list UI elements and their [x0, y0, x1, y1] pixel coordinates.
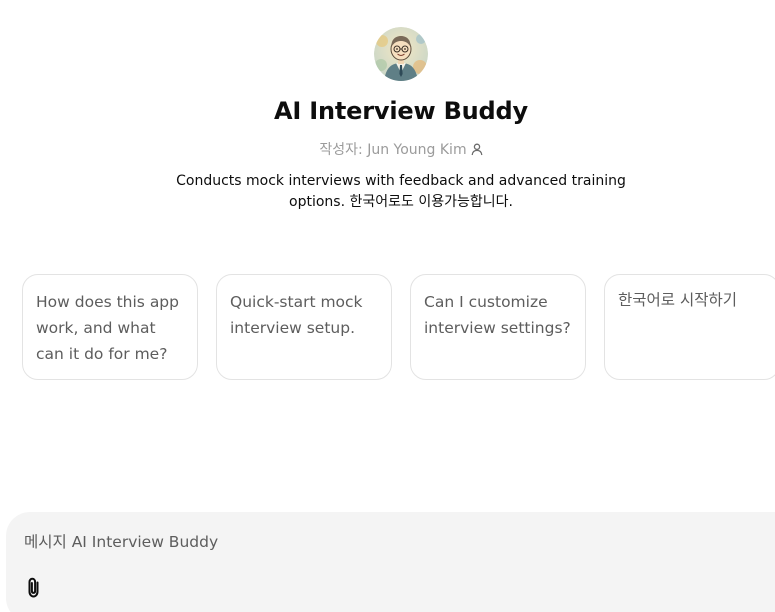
starter-card-label: How does this app work, and what can it … — [36, 293, 179, 363]
gpt-landing-page: AI Interview Buddy 작성자: Jun Young Kim Co… — [0, 0, 775, 612]
message-input[interactable] — [24, 530, 724, 554]
starter-card[interactable]: How does this app work, and what can it … — [22, 274, 198, 380]
cartoon-man-avatar-icon — [374, 27, 428, 81]
gpt-author: 작성자: Jun Young Kim — [0, 139, 775, 160]
author-label: 작성자: Jun Young Kim — [319, 142, 467, 158]
starter-card-label: 한국어로 시작하기 — [618, 291, 738, 309]
starter-card-label: Quick-start mock interview setup. — [230, 293, 363, 337]
starter-card[interactable]: Quick-start mock interview setup. — [216, 274, 392, 380]
starter-card-label: Can I customize interview settings? — [424, 293, 571, 337]
paperclip-icon[interactable] — [24, 576, 44, 600]
person-icon[interactable] — [471, 143, 483, 160]
starter-card[interactable]: Can I customize interview settings? — [410, 274, 586, 380]
gpt-title: AI Interview Buddy — [274, 97, 528, 125]
message-composer — [6, 512, 775, 612]
gpt-description: Conducts mock interviews with feedback a… — [176, 173, 626, 210]
gpt-avatar — [374, 27, 428, 81]
starter-card[interactable]: 한국어로 시작하기 — [604, 274, 775, 380]
